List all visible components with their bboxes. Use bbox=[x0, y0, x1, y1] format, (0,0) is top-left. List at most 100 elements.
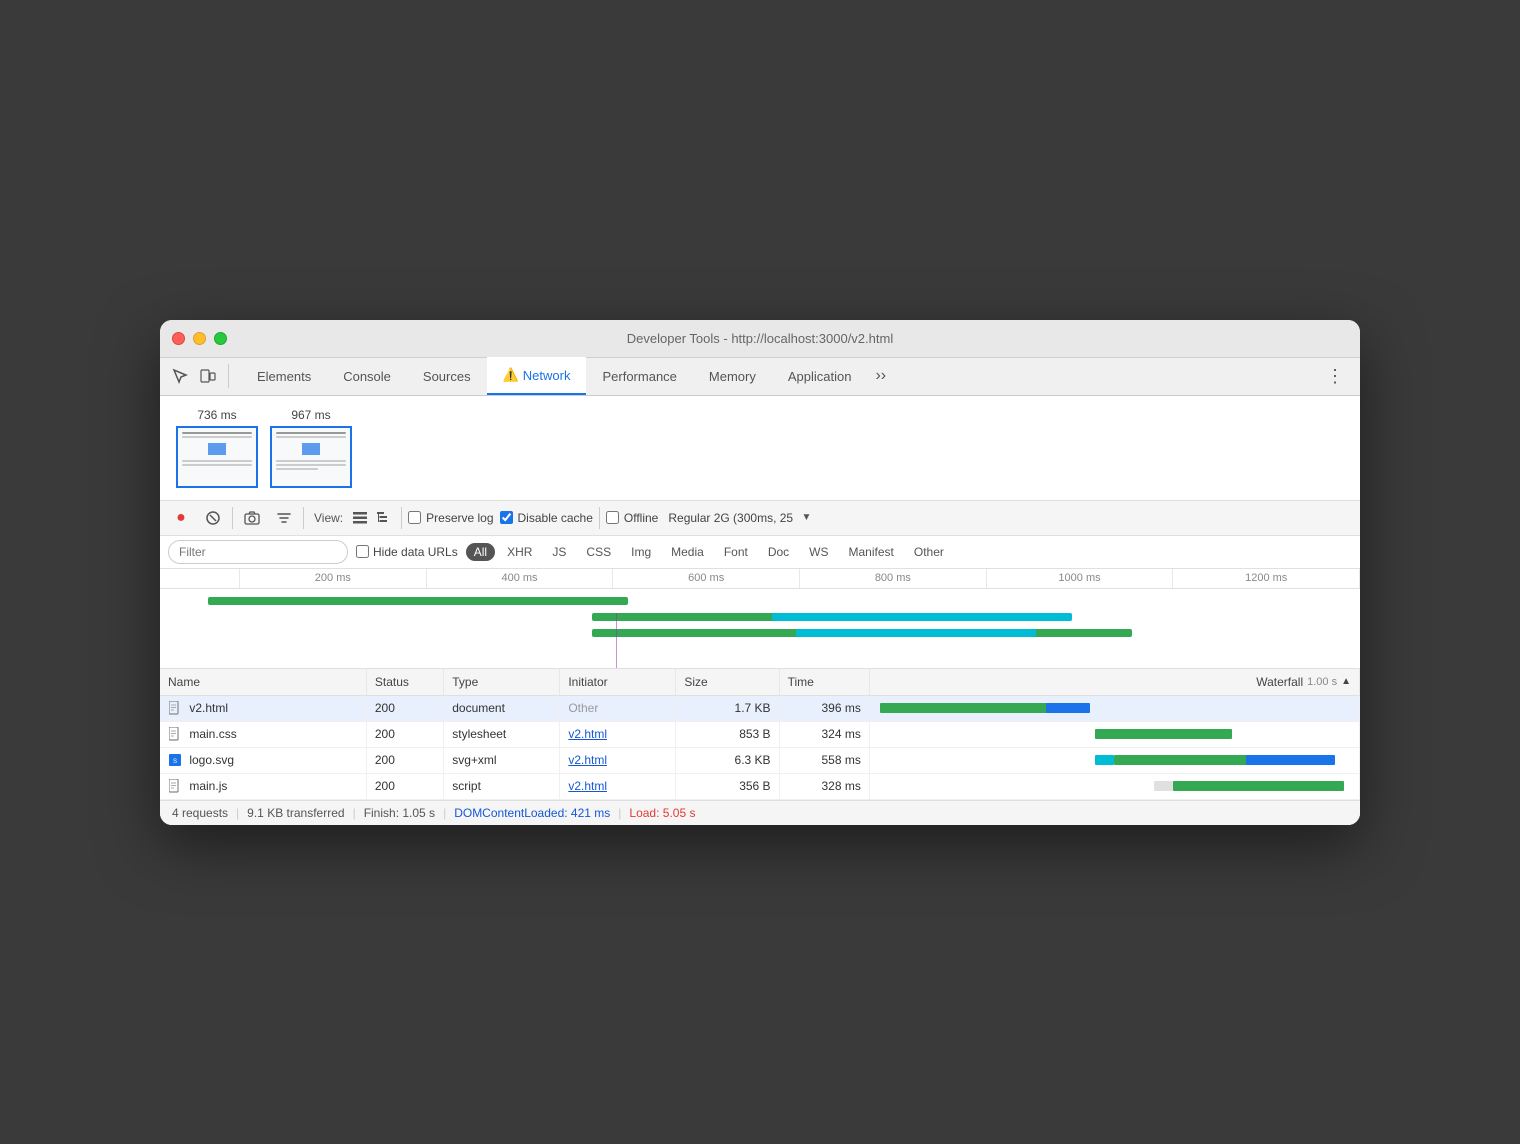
table-row[interactable]: v2.html 200 document Other 1.7 KB 396 ms bbox=[160, 695, 1360, 721]
th-time[interactable]: Time bbox=[779, 669, 869, 696]
th-name[interactable]: Name bbox=[160, 669, 366, 696]
cell-name: main.css bbox=[160, 721, 366, 747]
cell-size: 6.3 KB bbox=[676, 747, 779, 773]
cell-time: 396 ms bbox=[779, 695, 869, 721]
cell-waterfall bbox=[869, 747, 1359, 773]
screenshot-thumb-2[interactable] bbox=[270, 426, 352, 488]
chip-manifest[interactable]: Manifest bbox=[841, 543, 902, 561]
timeline-ruler: 200 ms 400 ms 600 ms 800 ms 1000 ms 1200… bbox=[160, 569, 1360, 589]
tab-icons bbox=[168, 364, 233, 388]
cell-name: main.js bbox=[160, 773, 366, 799]
doc-icon bbox=[168, 701, 182, 715]
preserve-log-checkbox[interactable] bbox=[408, 511, 421, 524]
th-size[interactable]: Size bbox=[676, 669, 779, 696]
transferred-size: 9.1 KB transferred bbox=[247, 806, 344, 820]
th-waterfall[interactable]: Waterfall 1.00 s ▲ bbox=[869, 669, 1359, 696]
screenshot-thumb-1[interactable] bbox=[176, 426, 258, 488]
warning-icon: ⚠️ bbox=[503, 367, 519, 383]
network-table[interactable]: Name Status Type Initiator Size bbox=[160, 669, 1360, 800]
tree-view-button[interactable] bbox=[373, 507, 395, 529]
disable-cache-label[interactable]: Disable cache bbox=[500, 511, 593, 525]
doc-icon bbox=[168, 779, 182, 793]
table-row[interactable]: S logo.svg 200 svg+xml v2.html 6.3 KB 55… bbox=[160, 747, 1360, 773]
offline-checkbox[interactable] bbox=[606, 511, 619, 524]
record-button[interactable]: ● bbox=[168, 505, 194, 531]
sep-3: | bbox=[443, 806, 446, 820]
chip-css[interactable]: CSS bbox=[578, 543, 619, 561]
cell-initiator: Other bbox=[560, 695, 676, 721]
doc-icon bbox=[168, 727, 182, 741]
timeline-area[interactable]: 200 ms 400 ms 600 ms 800 ms 1000 ms 1200… bbox=[160, 569, 1360, 669]
filter-input[interactable] bbox=[168, 540, 348, 564]
devtools-settings-button[interactable]: ⋮ bbox=[1318, 357, 1352, 395]
toolbar-divider-1 bbox=[232, 507, 233, 529]
tab-console[interactable]: Console bbox=[327, 357, 407, 395]
filter-button[interactable] bbox=[271, 505, 297, 531]
cell-type: stylesheet bbox=[444, 721, 560, 747]
window-title: Developer Tools - http://localhost:3000/… bbox=[627, 331, 893, 346]
clear-button[interactable] bbox=[200, 505, 226, 531]
cell-status: 200 bbox=[366, 747, 443, 773]
hide-data-urls-label[interactable]: Hide data URLs bbox=[356, 545, 458, 559]
cell-size: 356 B bbox=[676, 773, 779, 799]
cell-status: 200 bbox=[366, 721, 443, 747]
table-row[interactable]: main.css 200 stylesheet v2.html 853 B 32… bbox=[160, 721, 1360, 747]
chip-media[interactable]: Media bbox=[663, 543, 712, 561]
view-buttons bbox=[349, 507, 395, 529]
throttle-wrapper[interactable]: Regular 2G (300ms, 25 No throttling Fast… bbox=[664, 509, 813, 527]
tab-elements[interactable]: Elements bbox=[241, 357, 327, 395]
tab-memory[interactable]: Memory bbox=[693, 357, 772, 395]
th-initiator[interactable]: Initiator bbox=[560, 669, 676, 696]
tab-performance[interactable]: Performance bbox=[586, 357, 692, 395]
minimize-button[interactable] bbox=[193, 332, 206, 345]
load-time: Load: 5.05 s bbox=[629, 806, 695, 820]
tab-application[interactable]: Application bbox=[772, 357, 868, 395]
ruler-mark-5: 1000 ms bbox=[987, 569, 1174, 588]
table-header-row: Name Status Type Initiator Size bbox=[160, 669, 1360, 696]
cell-name: v2.html bbox=[160, 695, 366, 721]
tab-network[interactable]: ⚠️ Network bbox=[487, 357, 587, 395]
cell-time: 558 ms bbox=[779, 747, 869, 773]
chip-font[interactable]: Font bbox=[716, 543, 756, 561]
chip-all[interactable]: All bbox=[466, 543, 495, 561]
tab-bar: Elements Console Sources ⚠️ Network Perf… bbox=[160, 358, 1360, 396]
chip-img[interactable]: Img bbox=[623, 543, 659, 561]
filter-chips: All XHR JS CSS Img Media Font Doc WS Man… bbox=[466, 543, 952, 561]
cell-waterfall bbox=[869, 721, 1359, 747]
device-toggle-button[interactable] bbox=[196, 364, 220, 388]
chip-doc[interactable]: Doc bbox=[760, 543, 797, 561]
hide-data-urls-checkbox[interactable] bbox=[356, 545, 369, 558]
chip-ws[interactable]: WS bbox=[801, 543, 836, 561]
list-view-button[interactable] bbox=[349, 507, 371, 529]
maximize-button[interactable] bbox=[214, 332, 227, 345]
screenshot-item-2[interactable]: 967 ms bbox=[270, 408, 352, 488]
more-tabs-button[interactable]: ›› bbox=[867, 357, 894, 395]
close-button[interactable] bbox=[172, 332, 185, 345]
cell-size: 853 B bbox=[676, 721, 779, 747]
preserve-log-label[interactable]: Preserve log bbox=[408, 511, 493, 525]
tab-sources[interactable]: Sources bbox=[407, 357, 487, 395]
ruler-mark-1: 200 ms bbox=[240, 569, 427, 588]
offline-label[interactable]: Offline bbox=[606, 511, 658, 525]
table-row[interactable]: main.js 200 script v2.html 356 B 328 ms bbox=[160, 773, 1360, 799]
cell-status: 200 bbox=[366, 773, 443, 799]
dom-content-loaded: DOMContentLoaded: 421 ms bbox=[454, 806, 610, 820]
camera-button[interactable] bbox=[239, 505, 265, 531]
chip-xhr[interactable]: XHR bbox=[499, 543, 540, 561]
screenshot-item-1[interactable]: 736 ms bbox=[176, 408, 258, 488]
chip-other[interactable]: Other bbox=[906, 543, 952, 561]
cell-type: script bbox=[444, 773, 560, 799]
th-type[interactable]: Type bbox=[444, 669, 560, 696]
timeline-vline bbox=[616, 613, 617, 668]
cell-type: svg+xml bbox=[444, 747, 560, 773]
inspect-element-button[interactable] bbox=[168, 364, 192, 388]
th-status[interactable]: Status bbox=[366, 669, 443, 696]
sep-4: | bbox=[618, 806, 621, 820]
throttle-select[interactable]: Regular 2G (300ms, 25 No throttling Fast… bbox=[664, 509, 813, 527]
cell-waterfall bbox=[869, 695, 1359, 721]
ruler-mark-3: 600 ms bbox=[613, 569, 800, 588]
ruler-mark-2: 400 ms bbox=[427, 569, 614, 588]
disable-cache-checkbox[interactable] bbox=[500, 511, 513, 524]
cell-waterfall bbox=[869, 773, 1359, 799]
chip-js[interactable]: JS bbox=[544, 543, 574, 561]
